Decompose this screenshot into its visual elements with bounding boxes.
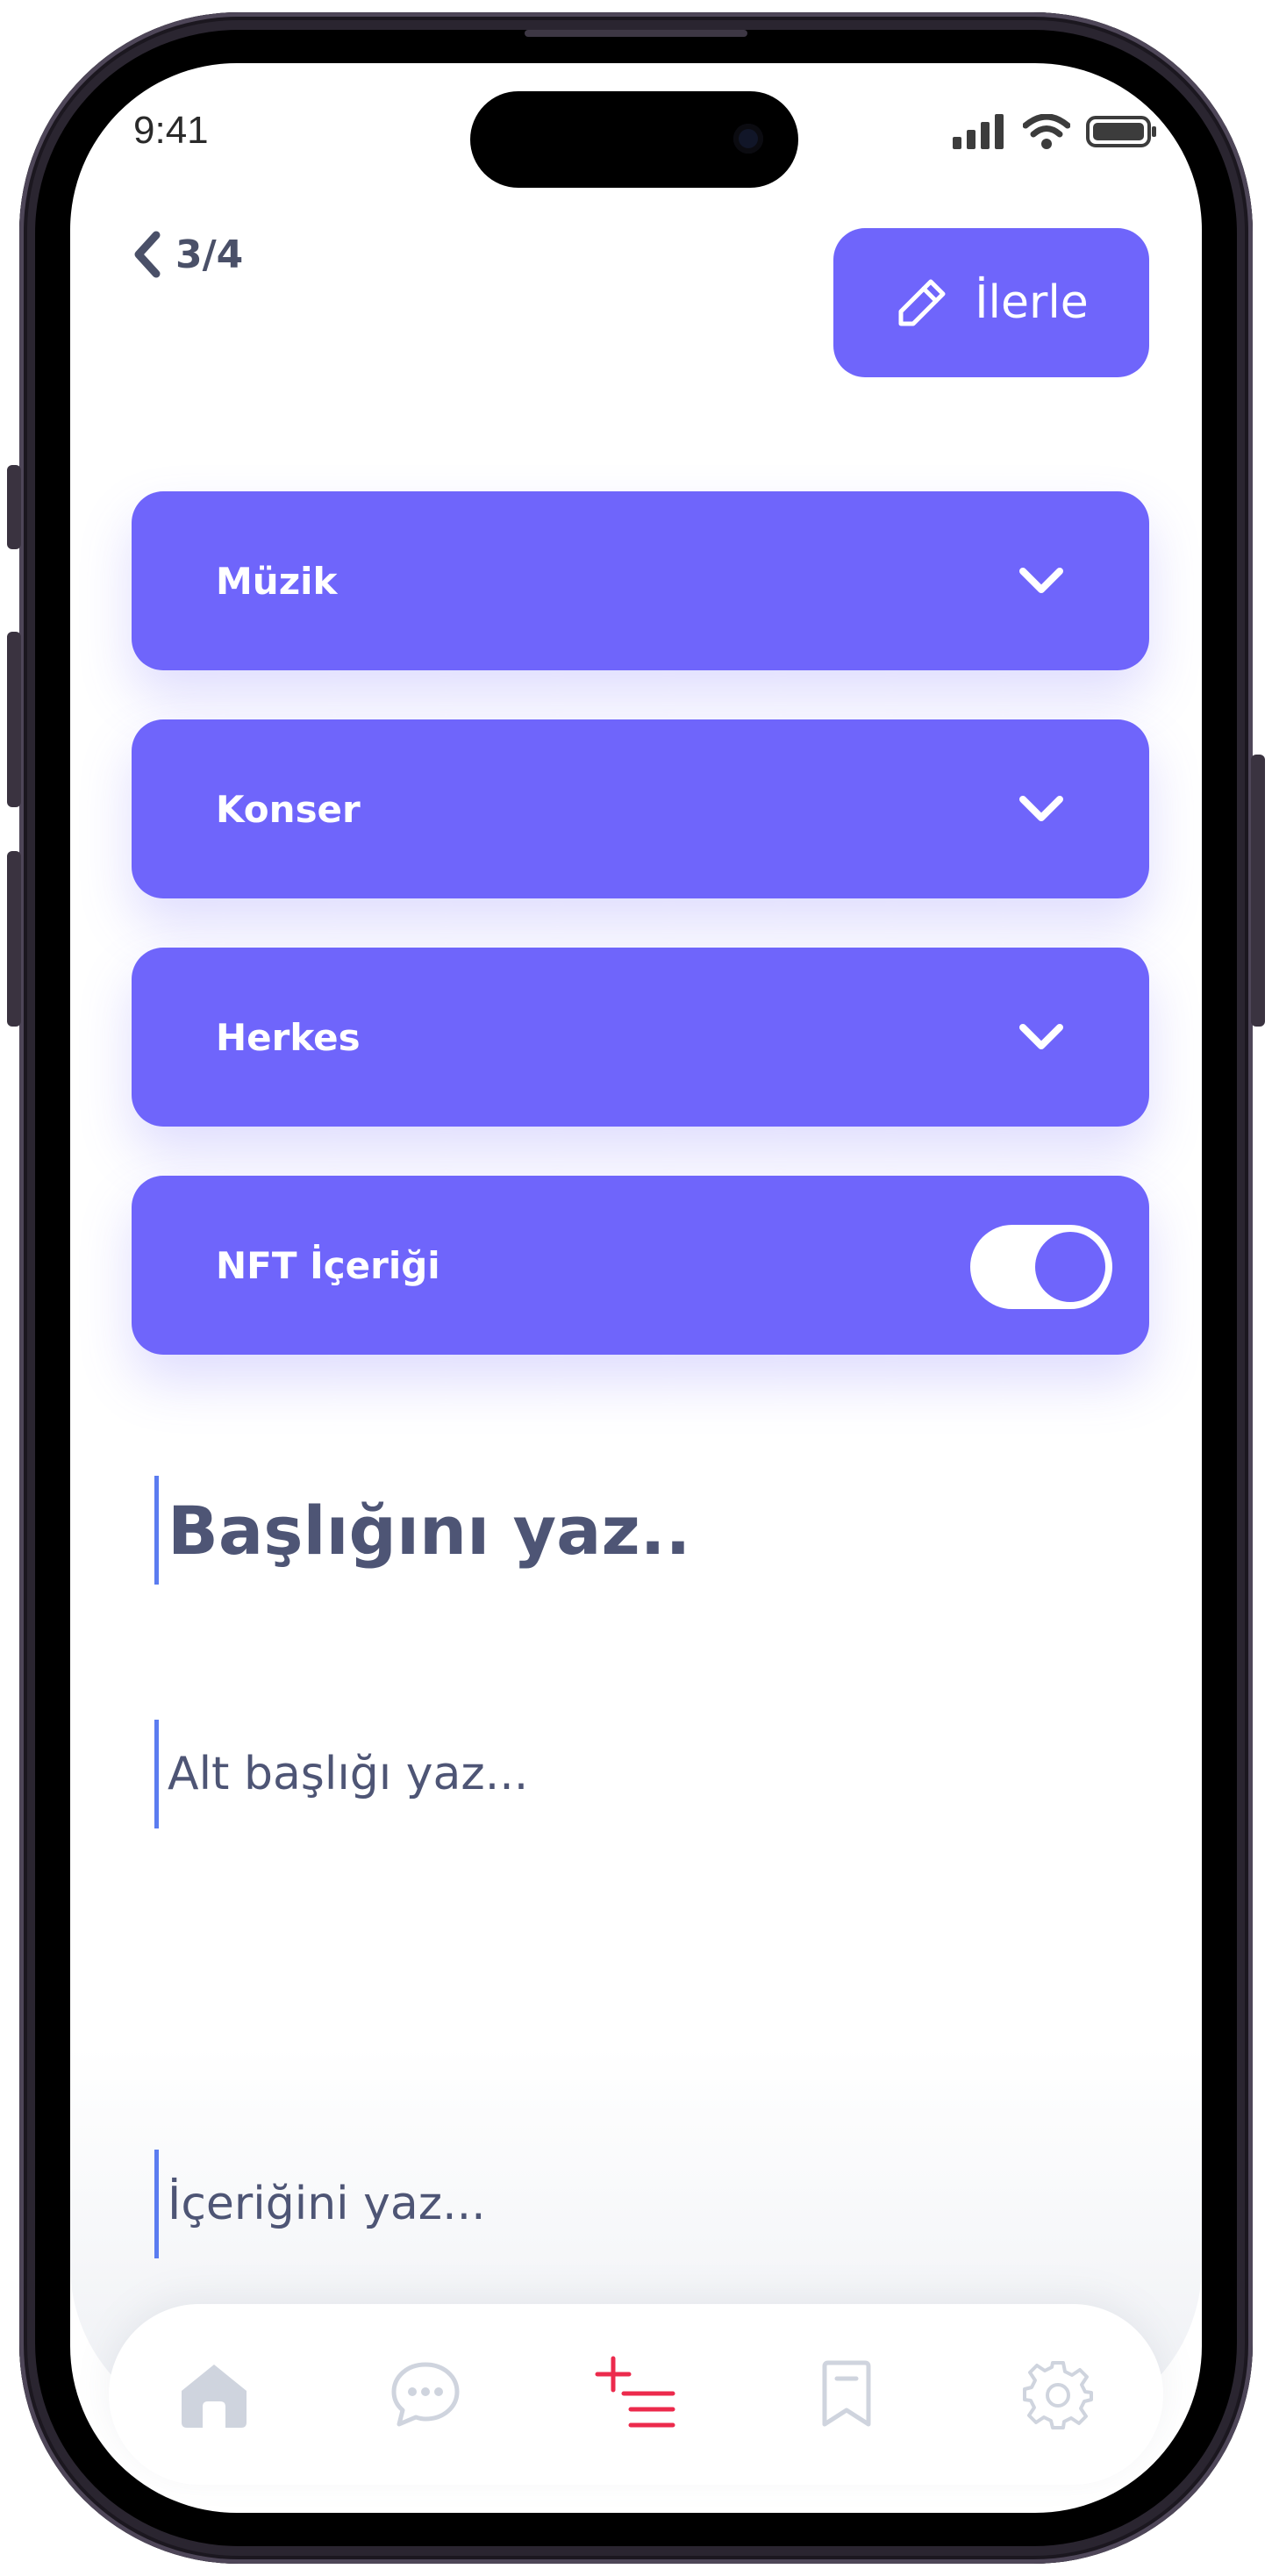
speaker-grille	[525, 30, 747, 37]
nav-home[interactable]	[166, 2346, 262, 2443]
category-select[interactable]: Müzik	[132, 491, 1149, 670]
content-input[interactable]: İçeriğini yaz...	[154, 2150, 486, 2258]
status-time: 9:41	[133, 109, 209, 152]
event-type-select-label: Konser	[216, 787, 361, 831]
create-post-icon	[595, 2356, 675, 2428]
chevron-down-icon	[1019, 568, 1063, 593]
chat-icon	[391, 2362, 460, 2427]
power-button	[1251, 755, 1265, 1027]
volume-down-button	[7, 851, 21, 1027]
nav-create[interactable]	[588, 2346, 684, 2443]
pencil-icon	[898, 279, 946, 326]
audience-select-label: Herkes	[216, 1015, 361, 1059]
chevron-down-icon	[1019, 796, 1063, 821]
volume-up-button	[7, 632, 21, 807]
settings-icon	[1022, 2361, 1093, 2429]
home-icon	[182, 2365, 247, 2428]
chevron-down-icon	[1019, 1024, 1063, 1049]
bookmark-icon	[822, 2360, 871, 2427]
signal-icon	[953, 114, 1004, 149]
dynamic-island	[470, 91, 798, 188]
battery-icon	[1086, 116, 1156, 147]
subtitle-input[interactable]: Alt başlığı yaz...	[154, 1720, 528, 1828]
status-icons	[953, 114, 1158, 149]
nav-messages[interactable]	[377, 2346, 474, 2443]
title-input[interactable]: Başlığını yaz..	[154, 1476, 690, 1585]
next-button[interactable]: İlerle	[833, 228, 1149, 377]
category-select-label: Müzik	[216, 559, 338, 603]
nav-saved[interactable]	[798, 2346, 895, 2443]
subtitle-placeholder: Alt başlığı yaz...	[168, 1748, 529, 1800]
next-button-label: İlerle	[975, 276, 1089, 329]
nft-content-label: NFT İçeriği	[216, 1243, 440, 1287]
content-placeholder: İçeriğini yaz...	[168, 2178, 486, 2230]
audience-select[interactable]: Herkes	[132, 948, 1149, 1127]
nav-settings[interactable]	[1010, 2346, 1106, 2443]
event-type-select[interactable]: Konser	[132, 719, 1149, 898]
back-button[interactable]: 3/4	[132, 230, 243, 279]
title-placeholder: Başlığını yaz..	[168, 1491, 691, 1570]
screen: 9:41 3/4 İlerle Müzik Konser Herkes NFT …	[70, 63, 1202, 2513]
toggle-knob	[1035, 1232, 1105, 1302]
nft-content-toggle[interactable]	[970, 1225, 1112, 1309]
bottom-nav	[109, 2304, 1163, 2485]
step-indicator: 3/4	[175, 232, 244, 277]
silent-switch	[7, 465, 21, 549]
camera-icon	[733, 124, 763, 154]
wifi-icon	[1023, 114, 1070, 149]
nft-content-row: NFT İçeriği	[132, 1176, 1149, 1355]
chevron-left-icon	[134, 231, 161, 278]
